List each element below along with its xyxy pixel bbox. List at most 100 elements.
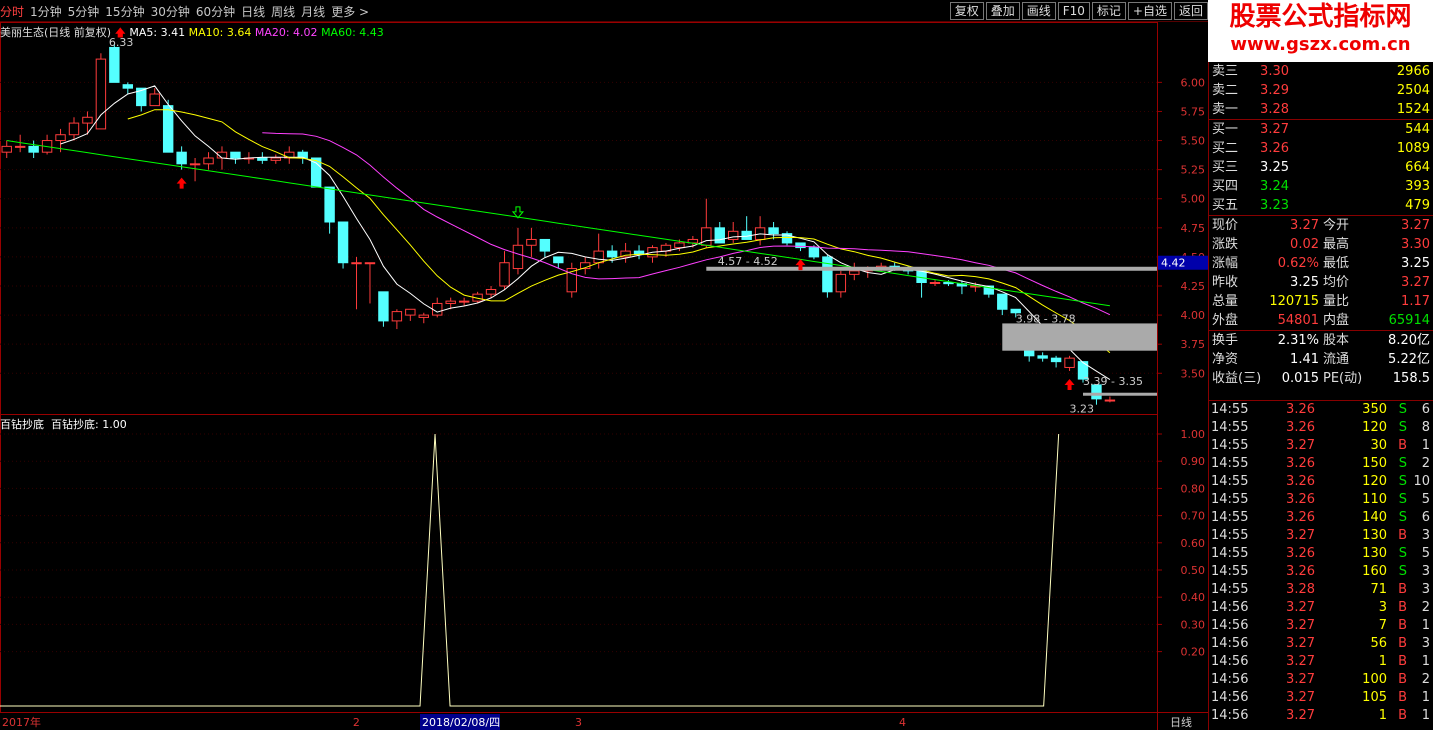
indicator-tick-label: 0.80 <box>1181 482 1206 495</box>
quote-row: 卖一 3.28 1524 <box>1209 100 1433 119</box>
tick-time: 14:56 <box>1211 600 1249 615</box>
tick-time: 14:55 <box>1211 474 1249 489</box>
period-tab-7[interactable]: 周线 <box>271 5 295 19</box>
quote-volume: 544 <box>1405 122 1430 137</box>
tick-price: 3.26 <box>1286 546 1315 561</box>
candle-body <box>95 58 107 130</box>
tick-row: 14:55 3.26 110 S 5 <box>1209 491 1433 509</box>
tick-time: 14:55 <box>1211 528 1249 543</box>
tick-price: 3.28 <box>1286 582 1315 597</box>
quote-row: 买三 3.25 664 <box>1209 158 1433 177</box>
stat-label: 涨跌 <box>1212 237 1239 252</box>
tick-volume: 140 <box>1362 510 1387 525</box>
tick-side: B <box>1398 708 1407 723</box>
tick-count: 3 <box>1421 636 1430 651</box>
ma20-label: MA20: 4.02 <box>254 26 318 39</box>
tick-volume: 120 <box>1362 420 1387 435</box>
tick-row: 14:55 3.26 120 S 10 <box>1209 473 1433 491</box>
stat-value: 0.62% <box>1277 256 1319 271</box>
tick-side: S <box>1398 456 1407 471</box>
month-label: 4 <box>899 716 906 729</box>
watermark-logo: 股票公式指标网 www.gszx.com.cn <box>1208 0 1433 62</box>
candle-body <box>593 250 604 264</box>
candle-body <box>714 227 725 244</box>
resistance-zone-3 <box>1083 392 1157 396</box>
period-tab-4[interactable]: 30分钟 <box>151 5 190 19</box>
indicator-tick-label: 0.20 <box>1181 646 1206 659</box>
candle-body <box>997 293 1008 310</box>
tick-row: 14:56 3.27 1 B 1 <box>1209 653 1433 671</box>
stat-label: 今开 <box>1323 218 1350 233</box>
tick-count: 5 <box>1421 546 1430 561</box>
quote-row: 买五 3.23 479 <box>1209 196 1433 215</box>
tick-time: 14:55 <box>1211 582 1249 597</box>
tick-time: 14:55 <box>1211 438 1249 453</box>
quote-label: 买二 <box>1212 141 1239 156</box>
period-tab-0[interactable]: 分时 <box>0 5 24 19</box>
tick-time: 14:55 <box>1211 510 1249 525</box>
kline-chart-area[interactable]: 6.005.755.505.255.004.754.504.254.003.75… <box>0 22 1208 730</box>
tick-volume: 30 <box>1370 438 1387 453</box>
ma5-label: MA5: 3.41 <box>129 26 186 39</box>
toolbar-button-6[interactable]: 返回 <box>1173 2 1208 20</box>
period-tab-6[interactable]: 日线 <box>241 5 265 19</box>
tick-volume: 110 <box>1362 492 1387 507</box>
price-tick-label: 5.75 <box>1181 105 1206 118</box>
month-label: 2 <box>353 716 360 729</box>
tick-list[interactable]: 14:55 3.26 350 S 6 14:55 3.26 120 S 8 14:55 3.27 30 B… <box>1208 400 1433 730</box>
stat-label: 总量 <box>1212 294 1239 309</box>
tick-row: 14:56 3.27 3 B 2 <box>1209 599 1433 617</box>
candle-body <box>674 242 685 249</box>
toolbar-button-5[interactable]: +自选 <box>1127 2 1172 20</box>
stat-value: 2.31% <box>1277 333 1319 348</box>
toolbar-button-0[interactable]: 复权 <box>949 2 984 20</box>
period-tab-9[interactable]: 更多 > <box>331 5 369 19</box>
tick-volume: 105 <box>1362 690 1387 705</box>
tick-side: B <box>1398 618 1407 633</box>
stat-row: 外盘 54801 内盘 65914 <box>1209 311 1433 330</box>
tick-time: 14:56 <box>1211 708 1249 723</box>
tick-volume: 160 <box>1362 564 1387 579</box>
price-pane-frame <box>0 22 1158 415</box>
period-tab-8[interactable]: 月线 <box>301 5 325 19</box>
quote-label: 买一 <box>1212 122 1239 137</box>
quote-volume: 2504 <box>1396 83 1430 98</box>
indicator-value: 百钻抄底: 1.00 <box>51 418 127 431</box>
toolbar-button-1[interactable]: 叠加 <box>985 2 1020 20</box>
tick-side: B <box>1398 690 1407 705</box>
tick-time: 14:56 <box>1211 618 1249 633</box>
period-tab-1[interactable]: 1分钟 <box>30 5 62 19</box>
candle-body <box>539 238 551 252</box>
candle-body <box>122 84 134 89</box>
tick-count: 1 <box>1421 654 1430 669</box>
toolbar-button-3[interactable]: F10 <box>1057 2 1090 20</box>
tick-volume: 56 <box>1370 636 1387 651</box>
tick-price: 3.26 <box>1286 474 1315 489</box>
indicator-tick-label: 0.30 <box>1181 618 1206 631</box>
period-tab-3[interactable]: 15分钟 <box>105 5 144 19</box>
tick-price: 3.26 <box>1286 402 1315 417</box>
stat-label: 涨幅 <box>1212 256 1239 271</box>
tick-count: 2 <box>1421 456 1430 471</box>
tick-row: 14:56 3.27 105 B 1 <box>1209 689 1433 707</box>
stat-value: 65914 <box>1388 313 1430 328</box>
price-tick-label: 3.75 <box>1181 338 1206 351</box>
candle-body <box>418 314 429 318</box>
tick-row: 14:55 3.26 140 S 6 <box>1209 509 1433 527</box>
buy-arrow-icon <box>1064 378 1075 390</box>
kline-chart[interactable]: 6.005.755.505.255.004.754.504.254.003.75… <box>0 22 1208 730</box>
tick-volume: 350 <box>1362 402 1387 417</box>
candle-body <box>257 157 268 161</box>
toolbar-button-2[interactable]: 画线 <box>1021 2 1056 20</box>
quote-volume: 1524 <box>1396 102 1430 117</box>
candle-body <box>162 105 174 153</box>
toolbar-button-4[interactable]: 标记 <box>1091 2 1126 20</box>
period-tab-5[interactable]: 60分钟 <box>196 5 235 19</box>
period-tab-2[interactable]: 5分钟 <box>68 5 100 19</box>
tick-side: B <box>1398 528 1407 543</box>
tick-row: 14:55 3.27 130 B 3 <box>1209 527 1433 545</box>
price-tick-label: 5.00 <box>1181 193 1206 206</box>
quote-price: 3.26 <box>1260 141 1289 156</box>
stat-row: 换手 2.31% 股本 8.20亿 <box>1209 331 1433 350</box>
candle-body <box>351 262 362 265</box>
